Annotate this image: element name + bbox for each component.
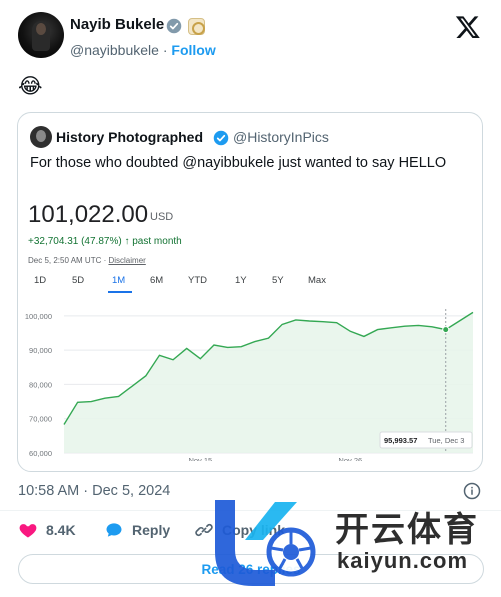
quoted-post-card[interactable]: History Photographed @HistoryInPics For … (17, 112, 483, 472)
range-5d[interactable]: 5D (72, 275, 84, 286)
y-tick-label: 70,000 (29, 415, 52, 424)
x-tick-label: Nov 26 (338, 456, 362, 461)
tooltip-point (442, 326, 450, 334)
x-tick-label: Nov 15 (188, 456, 212, 461)
y-tick-label: 80,000 (29, 380, 52, 389)
quoted-post-text: For those who doubted @nayibbukele just … (30, 155, 447, 171)
stock-currency: USD (150, 211, 174, 223)
separator-dot: · (162, 42, 168, 58)
up-arrow-icon: ↑ (124, 236, 130, 247)
author-name[interactable]: Nayib Bukele (70, 16, 164, 33)
stock-as-of: Dec 5, 2:50 AM UTC · (28, 256, 109, 265)
verified-badge-icon (166, 18, 182, 34)
quoted-author-name: History Photographed (56, 129, 204, 145)
heart-icon (19, 524, 37, 538)
y-tick-label: 100,000 (25, 312, 52, 321)
tooltip-date: Tue, Dec 3 (428, 436, 464, 445)
range-1m[interactable]: 1M (112, 275, 125, 286)
reply-icon (106, 523, 122, 537)
y-tick-label: 60,000 (29, 449, 52, 458)
quoted-author-avatar (30, 126, 52, 148)
disclaimer-link[interactable]: Disclaimer (108, 256, 145, 265)
avatar-face (36, 23, 46, 35)
range-max[interactable]: Max (308, 275, 326, 286)
x-logo-icon[interactable] (455, 14, 481, 40)
reply-label: Reply (132, 522, 171, 538)
price-chart: 60,000 70,000 80,000 90,000 100,000 Nov 15 Nov… (25, 309, 474, 461)
range-5y[interactable]: 5Y (272, 275, 284, 286)
like-button[interactable]: 8.4K (18, 520, 76, 540)
author-handle[interactable]: @nayibbukele (70, 42, 159, 58)
stock-change-value: +32,704.31 (47.87%) (28, 236, 122, 247)
author-handle-line: @nayibbukele · Follow (70, 42, 216, 58)
post-header: Nayib Bukele @nayibbukele · Follow (18, 12, 485, 60)
quoted-verified-badge-icon (213, 130, 229, 146)
affiliate-badge-icon[interactable] (188, 18, 205, 35)
kaiyun-logo-icon (215, 500, 316, 586)
stock-price: 101,022.00 (28, 201, 149, 228)
active-range-underline (108, 291, 132, 293)
range-ytd[interactable]: YTD (188, 275, 207, 286)
post-body-emoji: 😂 (18, 75, 43, 98)
likes-count: 8.4K (46, 522, 76, 538)
quoted-author-handle: @HistoryInPics (233, 129, 329, 145)
stock-change-period: past month (132, 236, 182, 247)
range-1y[interactable]: 1Y (235, 275, 247, 286)
range-6m[interactable]: 6M (150, 275, 163, 286)
tooltip-value: 95,993.57 (384, 436, 417, 445)
watermark-text-cn: 开云体育 (335, 511, 479, 549)
y-tick-label: 90,000 (29, 346, 52, 355)
watermark-text-en: kaiyun.com (337, 548, 469, 573)
reply-button[interactable]: Reply (104, 520, 170, 540)
post-timestamp[interactable]: 10:58 AM · Dec 5, 2024 (18, 483, 170, 499)
author-avatar[interactable] (18, 12, 64, 58)
stock-timestamp: Dec 5, 2:50 AM UTC · Disclaimer (28, 256, 146, 265)
stock-change: +32,704.31 (47.87%) ↑ past month (28, 236, 182, 247)
range-1d[interactable]: 1D (34, 275, 46, 286)
follow-button[interactable]: Follow (171, 42, 215, 58)
kaiyun-watermark: 开云体育 kaiyun.com (205, 492, 497, 592)
